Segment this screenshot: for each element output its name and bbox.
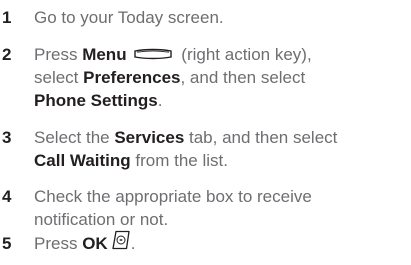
menu-label: Menu [82, 45, 127, 64]
step-text: from the list. [130, 151, 228, 170]
step-number: 4 [2, 187, 12, 206]
ok-label: OK [82, 234, 108, 253]
phone-settings-label: Phone Settings [34, 91, 158, 110]
step-text: , and then select [180, 68, 306, 87]
step-text: tab, and then select [184, 128, 338, 147]
step-text: Go to your Today screen. [34, 8, 224, 27]
services-label: Services [114, 128, 185, 147]
step-number: 5 [2, 234, 12, 253]
step-text: Select the [34, 128, 115, 147]
call-waiting-label: Call Waiting [34, 151, 131, 170]
step-text: Press [34, 45, 83, 64]
step-number: 3 [2, 128, 12, 147]
step-2: 2 Press Menu (right action key), select … [0, 43, 312, 112]
step-text: notification or not. [34, 210, 169, 229]
step-1: 1 Go to your Today screen. [0, 6, 224, 29]
right-action-key-icon [133, 43, 173, 66]
step-text: . [130, 234, 136, 253]
step-5: 5 Press OK. [0, 230, 136, 256]
step-text: (right action key), [176, 45, 312, 64]
step-3: 3 Select the Services tab, and then sele… [0, 126, 337, 172]
step-text: Check the appropriate box to receive [34, 187, 312, 206]
step-4: 4 Check the appropriate box to receive n… [0, 185, 312, 231]
step-text: Press [34, 234, 83, 253]
preferences-label: Preferences [83, 68, 181, 87]
step-text: . [157, 91, 163, 110]
step-text: select [34, 68, 84, 87]
step-number: 2 [2, 45, 12, 64]
ok-key-icon [111, 230, 131, 256]
step-number: 1 [2, 8, 12, 27]
